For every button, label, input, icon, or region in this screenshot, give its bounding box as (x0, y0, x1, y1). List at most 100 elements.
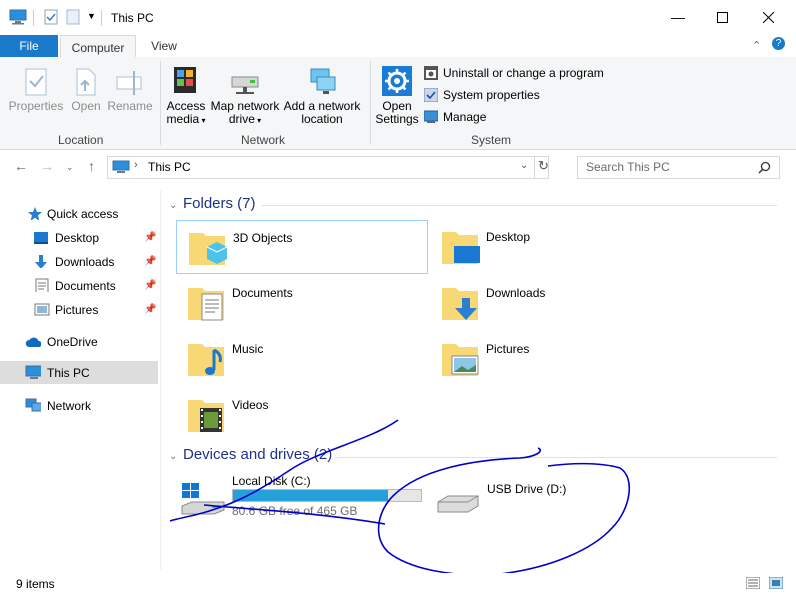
nav-label-quick-access: Quick access (47, 206, 119, 221)
recent-locations-chevron-icon[interactable]: ⌄ (66, 162, 74, 173)
folder-name: Documents (232, 286, 293, 300)
folder-tile-desktop[interactable]: Desktop (430, 220, 680, 272)
details-view-icon[interactable] (746, 577, 760, 589)
nav-label-network: Network (47, 398, 92, 413)
tab-computer[interactable]: Computer (60, 35, 136, 59)
computer-icon[interactable] (9, 9, 27, 25)
collapse-folders-chevron-icon[interactable]: ⌄ (169, 200, 177, 211)
add-network-location-label-2: location (301, 112, 343, 126)
back-arrow-icon[interactable]: ← (14, 158, 28, 174)
folders-heading[interactable]: Folders (7) (183, 195, 256, 212)
search-icon (758, 161, 771, 174)
uninstall-program-button[interactable]: Uninstall or change a program (424, 64, 604, 82)
search-input[interactable]: Search This PC (586, 160, 670, 174)
rename-button[interactable]: Rename (106, 67, 154, 113)
pictures-icon (34, 303, 50, 316)
pictures-folder-icon (442, 344, 479, 376)
map-network-drive-button[interactable]: Map network drive ▾ (208, 65, 282, 127)
nav-item-pictures[interactable]: Pictures 📌 (0, 298, 158, 321)
new-folder-quick-icon[interactable] (65, 9, 81, 25)
folder-name: Music (232, 342, 264, 356)
nav-item-this-pc[interactable]: This PC (0, 361, 158, 384)
access-media-icon (174, 67, 196, 93)
downloads-folder-icon (442, 288, 478, 320)
pin-icon: 📌 (144, 280, 157, 291)
nav-item-downloads[interactable]: Downloads 📌 (0, 250, 158, 273)
properties-icon (25, 68, 47, 96)
maximize-button[interactable] (699, 0, 745, 34)
properties-button[interactable]: Properties (8, 67, 64, 113)
minimize-ribbon-icon[interactable]: ⌃ (752, 39, 761, 52)
folder-name: 3D Objects (233, 231, 293, 245)
nav-item-quick-access[interactable]: Quick access (0, 202, 158, 225)
usb-drive-icon (437, 495, 479, 513)
close-icon (762, 11, 774, 23)
rename-icon (116, 71, 142, 95)
forward-arrow-icon[interactable]: → (40, 158, 54, 174)
folder-tile-downloads[interactable]: Downloads (430, 276, 680, 328)
navigation-pane: Quick access Desktop 📌 Downloads 📌 Docum… (0, 190, 160, 570)
local-disk-usage-bar (232, 489, 422, 502)
ribbon: Properties Open Rename Location Access m… (0, 57, 796, 150)
system-group-label: System (471, 133, 512, 147)
uninstall-icon (424, 66, 438, 80)
breadcrumb-chevron-icon[interactable]: › (134, 159, 138, 171)
folder-tile-pictures[interactable]: Pictures (430, 332, 680, 384)
add-network-location-button[interactable]: Add a network location (282, 65, 362, 126)
pin-icon: 📌 (144, 232, 157, 243)
nav-label-documents: Documents (55, 278, 116, 293)
drive-tile-usb[interactable]: USB Drive (D:) (430, 470, 680, 522)
help-icon[interactable]: ? (772, 37, 785, 50)
desktop-icon (34, 232, 48, 244)
open-settings-label-2: Settings (375, 112, 419, 126)
settings-gear-icon (382, 66, 412, 96)
access-media-button[interactable]: Access media ▾ (164, 65, 208, 127)
ribbon-tabs: File Computer View ⌃ ? (0, 35, 796, 59)
nav-label-desktop: Desktop (55, 230, 100, 245)
nav-label-downloads: Downloads (55, 254, 115, 269)
nav-label-pictures: Pictures (55, 302, 99, 317)
close-button[interactable] (745, 0, 791, 34)
collapse-drives-chevron-icon[interactable]: ⌄ (169, 451, 177, 462)
open-button[interactable]: Open (66, 67, 106, 113)
maximize-icon (716, 11, 728, 23)
folder-tile-music[interactable]: Music (176, 332, 426, 384)
nav-item-onedrive[interactable]: OneDrive (0, 330, 158, 353)
local-disk-usage-fill (233, 490, 389, 501)
documents-folder-icon (188, 288, 224, 321)
address-bar[interactable]: › This PC ⌄ ↻ (107, 156, 549, 179)
folder-tile-3d-objects[interactable]: 3D Objects (176, 220, 428, 274)
videos-folder-icon (188, 400, 224, 432)
folder-name: Videos (232, 398, 269, 412)
manage-button[interactable]: Manage (424, 108, 486, 126)
tab-file[interactable]: File (0, 35, 58, 57)
search-box[interactable]: Search This PC (577, 156, 780, 179)
folder-tile-videos[interactable]: Videos (176, 388, 426, 440)
up-arrow-icon[interactable]: ↑ (88, 158, 95, 174)
manage-label: Manage (443, 110, 487, 124)
folder-name: Downloads (486, 286, 546, 300)
tab-view[interactable]: View (140, 35, 188, 57)
minimize-button[interactable]: — (655, 0, 701, 34)
minimize-icon: — (671, 9, 685, 25)
nav-item-desktop[interactable]: Desktop 📌 (0, 226, 158, 249)
system-properties-label: System properties (443, 88, 540, 102)
devices-drives-heading[interactable]: Devices and drives (2) (183, 446, 332, 463)
refresh-icon[interactable]: ↻ (538, 158, 549, 174)
nav-label-this-pc: This PC (47, 365, 90, 380)
folder-tile-documents[interactable]: Documents (176, 276, 426, 328)
properties-quick-icon[interactable] (43, 9, 59, 25)
system-properties-button[interactable]: System properties (424, 86, 540, 104)
local-disk-free-space: 80.6 GB free of 465 GB (232, 504, 358, 518)
title-bar: ▼ This PC — (0, 0, 796, 35)
customize-quick-access-chevron-icon[interactable]: ▼ (87, 11, 96, 21)
map-network-drive-icon (231, 76, 259, 94)
large-icons-view-icon[interactable] (769, 577, 783, 589)
nav-item-network[interactable]: Network (0, 394, 158, 417)
desktop-folder-icon (442, 232, 480, 264)
nav-item-documents[interactable]: Documents 📌 (0, 274, 158, 297)
open-settings-button[interactable]: Open Settings (374, 65, 420, 126)
address-dropdown-icon[interactable]: ⌄ (520, 160, 528, 171)
computer-icon (25, 365, 41, 379)
open-icon (76, 68, 96, 96)
